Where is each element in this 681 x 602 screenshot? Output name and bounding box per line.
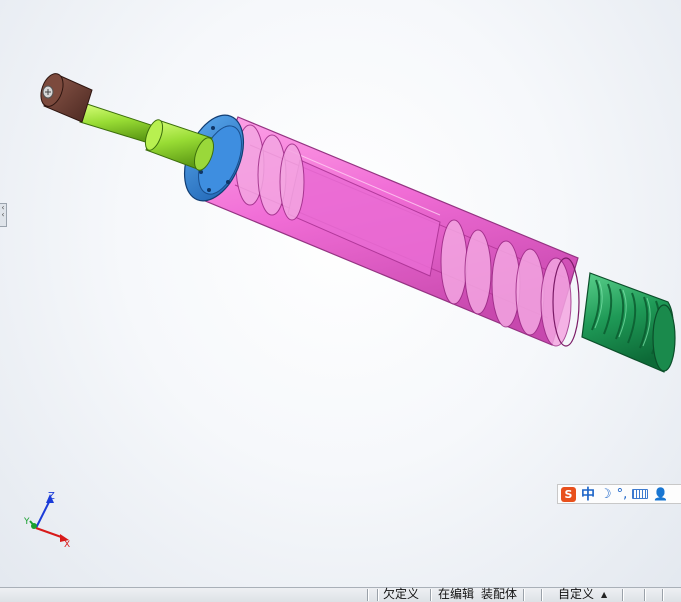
user-icon[interactable]: 👤 <box>653 487 668 501</box>
units-arrow-icon[interactable]: ▲ <box>601 588 607 602</box>
status-separator <box>662 589 664 601</box>
spring-part[interactable] <box>581 272 676 373</box>
status-separator <box>523 589 525 601</box>
status-separator <box>377 589 379 601</box>
units-selector[interactable]: 自定义 <box>558 587 594 602</box>
status-separator <box>367 589 369 601</box>
ime-toolbar[interactable]: S 中 ☽ °, 👤 <box>557 484 681 504</box>
status-separator <box>622 589 624 601</box>
rod-end-knob[interactable] <box>37 71 93 123</box>
sogou-logo-icon[interactable]: S <box>561 486 576 502</box>
panel-expand-handle[interactable]: ‹ ‹ <box>0 203 7 227</box>
half-width-moon-icon[interactable]: ☽ <box>600 487 612 502</box>
status-separator <box>644 589 646 601</box>
status-separator <box>541 589 543 601</box>
status-constraint: 欠定义 <box>383 587 420 601</box>
piston-rod[interactable] <box>79 103 217 173</box>
status-document-type: 装配体 <box>481 587 518 601</box>
triad-x-label: X <box>64 540 70 550</box>
view-triad: Z Y X <box>23 491 70 550</box>
keyboard-icon[interactable] <box>632 489 649 499</box>
status-separator <box>430 589 432 601</box>
punctuation-toggle[interactable]: °, <box>617 487 628 502</box>
ime-language-toggle[interactable]: 中 <box>581 484 595 504</box>
status-editing: 在编辑 <box>438 587 475 601</box>
cylinder-body[interactable] <box>202 116 580 347</box>
status-bar: 欠定义 在编辑 装配体 自定义 ▲ <box>0 587 681 602</box>
triad-y-label: Y <box>23 517 30 527</box>
triad-z-label: Z <box>48 491 55 502</box>
